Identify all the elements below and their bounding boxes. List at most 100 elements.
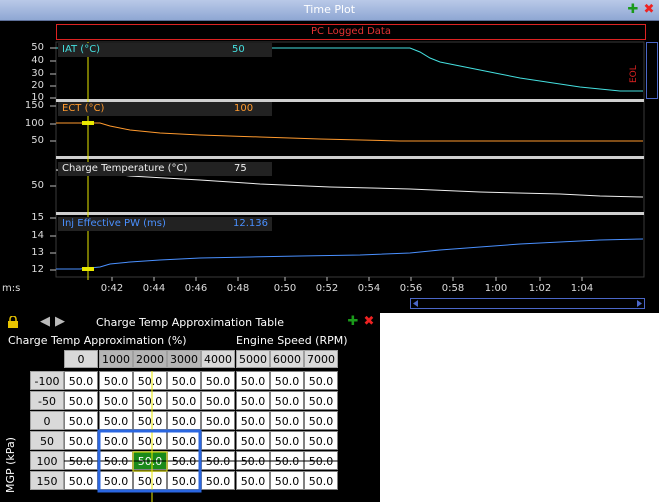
column-header[interactable]: 4000 xyxy=(201,350,235,368)
x-axis-unit: m:s xyxy=(2,283,21,294)
table-cell[interactable]: 50.0 xyxy=(201,471,235,490)
table-cell[interactable]: 50.0 xyxy=(236,451,270,470)
y-tick-label: 20 xyxy=(31,80,44,91)
table-cell[interactable]: 50.0 xyxy=(133,411,167,430)
table-cell[interactable]: 50.0 xyxy=(201,431,235,450)
x-tick-label: 0:44 xyxy=(142,283,166,294)
table-cell[interactable]: 50.0 xyxy=(64,431,98,450)
table-cell[interactable]: 50.0 xyxy=(201,411,235,430)
table-cell[interactable]: 50.0 xyxy=(167,471,201,490)
x-tick-label: 0:54 xyxy=(357,283,381,294)
table-cell[interactable]: 50.0 xyxy=(201,391,235,410)
table-cell[interactable]: 50.0 xyxy=(133,371,167,390)
cursor-marker xyxy=(82,121,94,125)
table-cell[interactable]: 50.0 xyxy=(270,431,304,450)
table-cell[interactable]: 50.0 xyxy=(236,391,270,410)
x-tick-label: 0:46 xyxy=(184,283,208,294)
table-cell[interactable]: 50.0 xyxy=(133,391,167,410)
table-cell[interactable]: 50.0 xyxy=(304,371,338,390)
column-header[interactable]: 2000 xyxy=(133,350,167,368)
table-grid: 0 1000 2000 3000 4000 5000 6000 7000 -100 50.0 50.… xyxy=(0,313,380,502)
row-header[interactable]: 150 xyxy=(30,471,64,490)
panel-separator xyxy=(56,212,644,215)
column-header[interactable]: 7000 xyxy=(304,350,338,368)
table-cell[interactable]: 50.0 xyxy=(167,411,201,430)
iat-value: 50 xyxy=(232,44,245,55)
table-cell[interactable]: 50.0 xyxy=(99,371,133,390)
table-cell[interactable]: 50.0 xyxy=(270,411,304,430)
table-cell[interactable]: 50.0 xyxy=(167,431,201,450)
column-header[interactable]: 3000 xyxy=(167,350,201,368)
empty-workspace xyxy=(380,313,659,502)
table-cell[interactable]: 50.0 xyxy=(64,411,98,430)
table-cell[interactable]: 50.0 xyxy=(64,471,98,490)
table-cell[interactable]: 50.0 xyxy=(304,471,338,490)
column-header[interactable]: 1000 xyxy=(99,350,133,368)
x-tick-label: 0:48 xyxy=(226,283,250,294)
table-cell[interactable]: 50.0 xyxy=(167,371,201,390)
y-tick-label: 14 xyxy=(31,230,44,241)
table-cell[interactable]: 50.0 xyxy=(167,451,201,470)
table-cell[interactable]: 50.0 xyxy=(167,391,201,410)
y-tick-label: 13 xyxy=(31,247,44,258)
column-header[interactable]: 0 xyxy=(64,350,98,368)
horizontal-scrollbar[interactable] xyxy=(410,298,645,309)
y-tick-label: 150 xyxy=(24,100,44,111)
table-cell[interactable]: 50.0 xyxy=(99,451,133,470)
table-cell[interactable]: 50.0 xyxy=(99,411,133,430)
y-tick-label: 40 xyxy=(31,55,44,66)
table-cell[interactable]: 50.0 xyxy=(304,451,338,470)
table-cell[interactable]: 50.0 xyxy=(99,471,133,490)
table-cell[interactable]: 50.0 xyxy=(133,431,167,450)
table-cell[interactable]: 50.0 xyxy=(270,451,304,470)
x-tick-label: 0:50 xyxy=(273,283,297,294)
row-header[interactable]: -50 xyxy=(30,391,64,410)
cursor-marker xyxy=(82,267,94,271)
y-tick-label: 100 xyxy=(24,118,44,129)
time-plot-window: Time Plot ✚ ✖ PC Logged Data EOL 50 40 3… xyxy=(0,0,659,313)
y-tick-label: 50 xyxy=(31,180,44,191)
ect-value: 100 xyxy=(234,103,254,114)
table-cell[interactable]: 50.0 xyxy=(64,371,98,390)
x-tick-label: 0:52 xyxy=(315,283,339,294)
x-tick-label: 1:04 xyxy=(570,283,594,294)
table-cell[interactable]: 50.0 xyxy=(64,391,98,410)
inj-pw-value: 12.136 xyxy=(233,218,268,229)
column-header[interactable]: 6000 xyxy=(270,350,304,368)
column-header[interactable]: 5000 xyxy=(236,350,270,368)
y-tick-label: 12 xyxy=(31,264,44,275)
y-tick-label: 50 xyxy=(31,135,44,146)
table-cell[interactable]: 50.0 xyxy=(236,431,270,450)
row-header[interactable]: -100 xyxy=(30,371,64,390)
x-tick-label: 1:02 xyxy=(528,283,552,294)
table-cell[interactable]: 50.0 xyxy=(304,391,338,410)
table-cell[interactable]: 50.0 xyxy=(236,471,270,490)
ect-trace xyxy=(56,122,643,142)
table-cell[interactable]: 50.0 xyxy=(133,471,167,490)
table-cell[interactable]: 50.0 xyxy=(201,451,235,470)
x-tick-label: 1:00 xyxy=(484,283,508,294)
table-cell[interactable]: 50.0 xyxy=(99,391,133,410)
scroll-left-icon xyxy=(413,300,418,307)
table-cell[interactable]: 50.0 xyxy=(270,391,304,410)
table-cell-selected[interactable]: 50.0 xyxy=(133,451,167,470)
row-header[interactable]: 100 xyxy=(30,451,64,470)
table-cell[interactable]: 50.0 xyxy=(99,431,133,450)
y-tick-label: 15 xyxy=(31,212,44,223)
row-header[interactable]: 0 xyxy=(30,411,64,430)
y-tick-label: 30 xyxy=(31,68,44,79)
table-cell[interactable]: 50.0 xyxy=(270,371,304,390)
table-cell[interactable]: 50.0 xyxy=(201,371,235,390)
table-cell[interactable]: 50.0 xyxy=(304,431,338,450)
charge-temp-table-window: ◀ ▶ Charge Temp Approximation Table ✚ ✖ … xyxy=(0,313,380,502)
inj-pw-trace xyxy=(56,238,644,270)
charge-temp-value: 75 xyxy=(234,163,247,174)
row-header[interactable]: 50 xyxy=(30,431,64,450)
table-cell[interactable]: 50.0 xyxy=(270,471,304,490)
table-cell[interactable]: 50.0 xyxy=(304,411,338,430)
table-cell[interactable]: 50.0 xyxy=(236,371,270,390)
x-tick-label: 0:58 xyxy=(441,283,465,294)
table-cell[interactable]: 50.0 xyxy=(64,451,98,470)
y-tick-label: 50 xyxy=(31,42,44,53)
table-cell[interactable]: 50.0 xyxy=(236,411,270,430)
